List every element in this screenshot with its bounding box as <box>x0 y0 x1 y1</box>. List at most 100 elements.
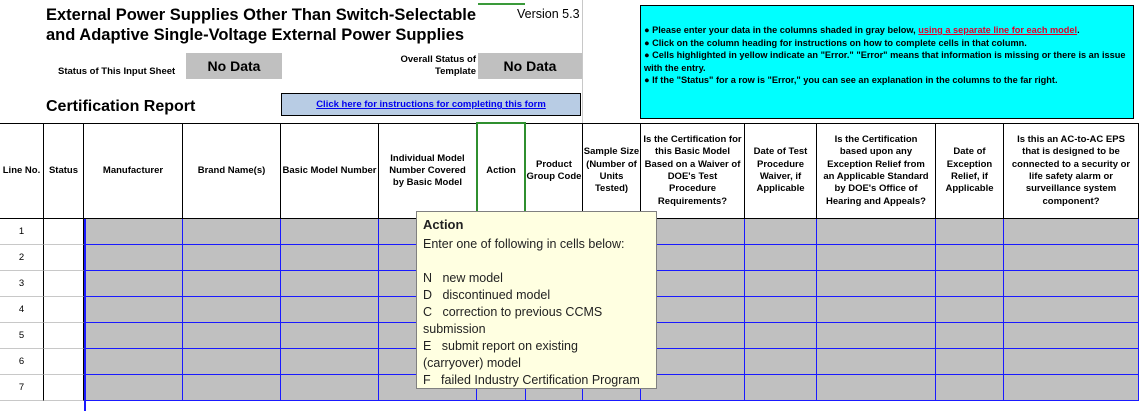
col-header-waiver[interactable]: Is the Certification for this Basic Mode… <box>641 124 745 218</box>
tooltip-options: N new model D discontinued model C correct… <box>423 270 651 389</box>
row-status-cell[interactable] <box>44 349 84 375</box>
line-number-cell: 7 <box>0 375 44 401</box>
input-cell-exception-date[interactable] <box>936 219 1004 245</box>
action-help-tooltip: Action Enter one of following in cells b… <box>416 211 657 389</box>
col-header-basic-model-number[interactable]: Basic Model Number <box>281 124 379 218</box>
input-cell-exception-date[interactable] <box>936 271 1004 297</box>
col-header-waiver-date[interactable]: Date of Test Procedure Waiver, if Applic… <box>745 124 817 218</box>
input-cell-exception-date[interactable] <box>936 323 1004 349</box>
input-cell-brand-names[interactable] <box>183 375 281 401</box>
input-cell-waiver-date[interactable] <box>745 219 817 245</box>
input-cell-exception-relief[interactable] <box>817 349 936 375</box>
input-cell-manufacturer[interactable] <box>84 219 183 245</box>
input-cell-ac-to-ac-eps[interactable] <box>1004 349 1139 375</box>
note-line-1: ● Please enter your data in the columns … <box>644 25 1080 35</box>
note-line-3: ● Cells highlighted in yellow indicate a… <box>644 50 1126 73</box>
tooltip-title: Action <box>423 217 464 232</box>
col-header-status[interactable]: Status <box>44 124 84 218</box>
input-cell-manufacturer[interactable] <box>84 375 183 401</box>
input-cell-basic-model-number[interactable] <box>281 219 379 245</box>
row-status-cell[interactable] <box>44 323 84 349</box>
input-cell-waiver-date[interactable] <box>745 271 817 297</box>
row-status-cell[interactable] <box>44 219 84 245</box>
row-status-cell[interactable] <box>44 375 84 401</box>
input-cell-ac-to-ac-eps[interactable] <box>1004 271 1139 297</box>
tooltip-option-line: submission <box>423 322 486 336</box>
input-cell-brand-names[interactable] <box>183 297 281 323</box>
tooltip-option-line: E submit report on existing <box>423 339 578 353</box>
input-cell-exception-relief[interactable] <box>817 245 936 271</box>
input-cell-basic-model-number[interactable] <box>281 323 379 349</box>
input-cell-waiver-date[interactable] <box>745 323 817 349</box>
input-cell-ac-to-ac-eps[interactable] <box>1004 297 1139 323</box>
input-cell-ac-to-ac-eps[interactable] <box>1004 323 1139 349</box>
input-range-border <box>84 219 86 411</box>
input-cell-exception-date[interactable] <box>936 349 1004 375</box>
overall-status-value[interactable]: No Data <box>478 53 582 79</box>
input-cell-exception-date[interactable] <box>936 297 1004 323</box>
input-cell-exception-date[interactable] <box>936 245 1004 271</box>
input-cell-basic-model-number[interactable] <box>281 271 379 297</box>
instructions-link[interactable]: Click here for instructions for completi… <box>281 93 581 116</box>
col-header-ac-to-ac-eps[interactable]: Is this an AC-to-AC EPS that is designed… <box>1004 124 1139 218</box>
input-cell-basic-model-number[interactable] <box>281 349 379 375</box>
input-cell-manufacturer[interactable] <box>84 271 183 297</box>
line-number-cell: 4 <box>0 297 44 323</box>
action-column-selection <box>476 122 526 219</box>
tooltip-option-line: D discontinued model <box>423 288 551 302</box>
col-header-individual-model-number[interactable]: Individual Model Number Covered by Basic… <box>379 124 477 218</box>
input-cell-brand-names[interactable] <box>183 245 281 271</box>
line-number-cell: 3 <box>0 271 44 297</box>
row-status-cell[interactable] <box>44 271 84 297</box>
input-cell-waiver-date[interactable] <box>745 375 817 401</box>
input-cell-brand-names[interactable] <box>183 323 281 349</box>
input-cell-manufacturer[interactable] <box>84 349 183 375</box>
overall-status-label: Overall Status of Template <box>400 54 477 77</box>
input-cell-waiver-date[interactable] <box>745 297 817 323</box>
certification-report-heading: Certification Report <box>46 98 196 115</box>
input-cell-basic-model-number[interactable] <box>281 245 379 271</box>
col-header-brand-names[interactable]: Brand Name(s) <box>183 124 281 218</box>
input-cell-manufacturer[interactable] <box>84 297 183 323</box>
input-cell-brand-names[interactable] <box>183 349 281 375</box>
input-cell-basic-model-number[interactable] <box>281 297 379 323</box>
line-number-cell: 2 <box>0 245 44 271</box>
input-cell-exception-relief[interactable] <box>817 271 936 297</box>
tooltip-option-line: F failed Industry Certification Program <box>423 373 640 387</box>
tooltip-option-line: C correction to previous CCMS <box>423 305 603 319</box>
line-number-cell: 5 <box>0 323 44 349</box>
input-cell-exception-relief[interactable] <box>817 219 936 245</box>
col-header-manufacturer[interactable]: Manufacturer <box>84 124 183 218</box>
col-header-product-group-code[interactable]: Product Group Code <box>526 124 583 218</box>
col-header-line-no[interactable]: Line No. <box>0 124 44 218</box>
input-cell-manufacturer[interactable] <box>84 245 183 271</box>
input-cell-exception-relief[interactable] <box>817 297 936 323</box>
separate-line-link[interactable]: using a separate line for each model <box>918 25 1077 35</box>
input-sheet-status-label: Status of This Input Sheet <box>58 66 176 77</box>
grid-line <box>582 0 583 123</box>
input-cell-waiver-date[interactable] <box>745 349 817 375</box>
selected-column-marker <box>478 3 525 5</box>
input-cell-brand-names[interactable] <box>183 219 281 245</box>
input-cell-manufacturer[interactable] <box>84 323 183 349</box>
col-header-exception-date[interactable]: Date of Exception Relief, if Applicable <box>936 124 1004 218</box>
input-cell-ac-to-ac-eps[interactable] <box>1004 219 1139 245</box>
input-cell-ac-to-ac-eps[interactable] <box>1004 375 1139 401</box>
input-cell-exception-relief[interactable] <box>817 323 936 349</box>
version-label: Version 5.3 <box>517 7 580 21</box>
input-cell-ac-to-ac-eps[interactable] <box>1004 245 1139 271</box>
row-status-cell[interactable] <box>44 297 84 323</box>
tooltip-intro: Enter one of following in cells below: <box>423 237 625 251</box>
input-cell-brand-names[interactable] <box>183 271 281 297</box>
input-cell-exception-date[interactable] <box>936 375 1004 401</box>
input-cell-waiver-date[interactable] <box>745 245 817 271</box>
input-sheet-status-value[interactable]: No Data <box>186 53 282 79</box>
row-status-cell[interactable] <box>44 245 84 271</box>
sheet-title: External Power Supplies Other Than Switc… <box>46 6 477 44</box>
line-number-cell: 6 <box>0 349 44 375</box>
input-cell-exception-relief[interactable] <box>817 375 936 401</box>
note-line-2: ● Click on the column heading for instru… <box>644 37 1027 48</box>
col-header-exception-relief[interactable]: Is the Certification based upon any Exce… <box>817 124 936 218</box>
input-cell-basic-model-number[interactable] <box>281 375 379 401</box>
col-header-sample-size[interactable]: Sample Size (Number of Units Tested) <box>583 124 641 218</box>
